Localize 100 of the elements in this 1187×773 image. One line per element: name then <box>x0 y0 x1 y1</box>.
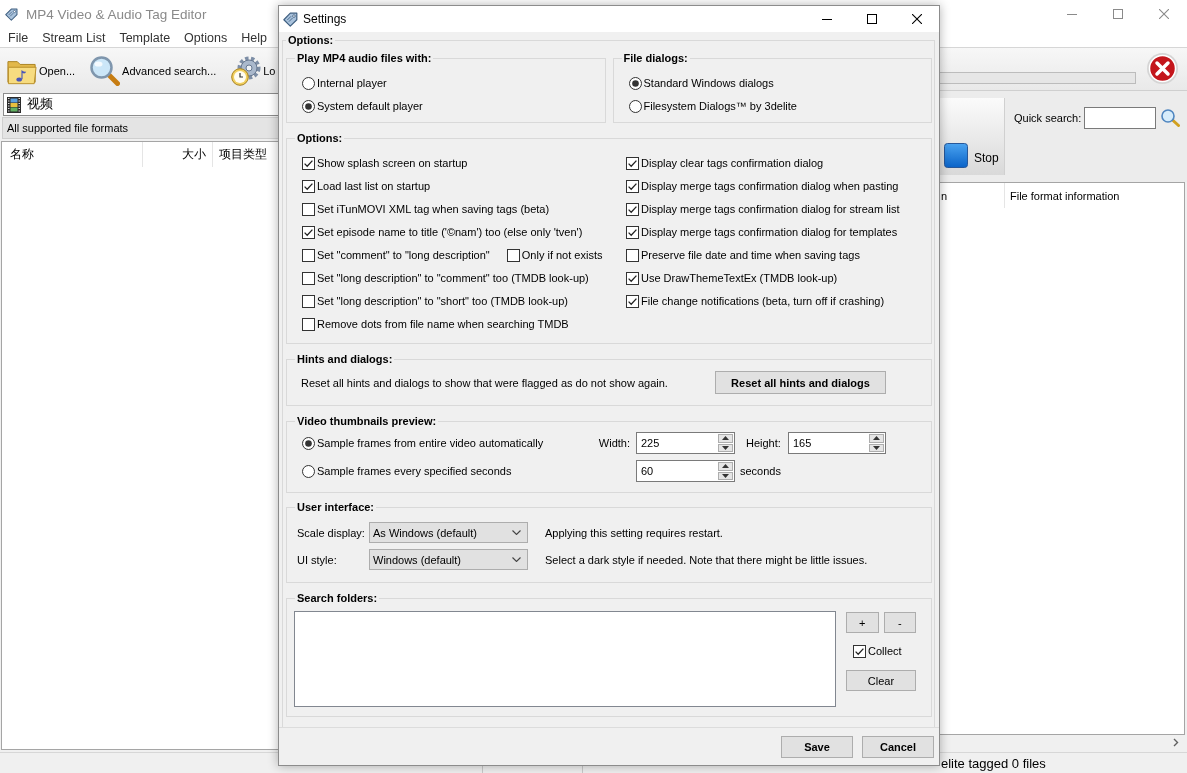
number-field[interactable]: 225 <box>636 432 735 454</box>
checkbox[interactable] <box>853 645 866 658</box>
menu-item[interactable]: Help <box>234 30 274 45</box>
checkbox[interactable] <box>302 180 315 193</box>
checkbox-label[interactable]: Set iTunMOVI XML tag when saving tags (beta) <box>317 203 550 216</box>
field-label: Width: <box>598 437 630 449</box>
checkbox[interactable] <box>626 157 639 170</box>
checkbox[interactable] <box>302 157 315 170</box>
checkbox-label[interactable]: Display merge tags confirmation dialog for templates <box>641 226 898 239</box>
checkbox-label[interactable]: Show splash screen on startup <box>317 157 468 170</box>
field-label: UI style: <box>297 553 338 566</box>
checkbox-label[interactable]: Only if not exists <box>521 249 603 262</box>
spin-up-button[interactable] <box>718 462 733 471</box>
cancel-button[interactable]: Cancel <box>862 736 934 758</box>
checkbox[interactable] <box>626 272 639 285</box>
toolbar-button[interactable]: Open... <box>5 51 78 90</box>
checkbox-label[interactable]: Set episode name to title ('©nam') too (else only 'tven') <box>317 226 583 239</box>
spin-down-button[interactable] <box>869 443 884 452</box>
radio-label[interactable]: System default player <box>317 100 423 113</box>
checkbox-label[interactable]: Collect <box>868 645 902 658</box>
checkbox[interactable] <box>302 249 315 262</box>
menu-item[interactable]: Stream List <box>35 30 113 45</box>
spin-up-button[interactable] <box>869 434 884 443</box>
checkbox[interactable] <box>302 203 315 216</box>
filter-bar[interactable]: All supported file formats <box>2 117 278 139</box>
menu-item[interactable]: Template <box>112 30 178 45</box>
checkbox[interactable] <box>302 272 315 285</box>
spin-down-button[interactable] <box>718 471 733 480</box>
checkbox-label[interactable]: Remove dots from file name when searching TMDB <box>317 318 569 331</box>
dialog-title: Settings <box>303 12 347 26</box>
dropdown[interactable]: Windows (default) <box>369 549 528 570</box>
x-circle-icon[interactable] <box>1147 53 1178 84</box>
up-triangle-icon <box>722 436 729 441</box>
column-header[interactable]: File format information <box>1005 183 1120 208</box>
checkbox[interactable] <box>302 295 315 308</box>
checkbox-label[interactable]: Display clear tags confirmation dialog <box>641 157 824 170</box>
checkbox[interactable] <box>302 318 315 331</box>
checkbox[interactable] <box>626 295 639 308</box>
number-field[interactable]: 165 <box>788 432 886 454</box>
checkbox[interactable] <box>626 180 639 193</box>
status-text: elite tagged 0 files <box>940 755 1047 771</box>
reset-button[interactable]: Reset all hints and dialogs <box>715 371 886 394</box>
radio-label[interactable]: Sample frames from entire video automatically <box>317 436 544 450</box>
checkbox-label[interactable]: Display merge tags confirmation dialog for stream list <box>641 203 900 216</box>
checkbox[interactable] <box>626 226 639 239</box>
unit-label: seconds <box>740 465 782 477</box>
menu-item[interactable]: Options <box>177 30 235 45</box>
radio-button[interactable] <box>302 100 315 113</box>
down-triangle-icon <box>722 473 729 478</box>
checkbox[interactable] <box>506 249 520 262</box>
stop-button[interactable]: Stop <box>940 98 1005 175</box>
radio-label[interactable]: Filesystem Dialogs™ by 3delite <box>643 100 797 113</box>
dropdown[interactable]: As Windows (default) <box>369 522 528 543</box>
toolbar-button[interactable]: Advanced search... <box>88 51 219 90</box>
chevron-right-icon[interactable] <box>1173 738 1179 747</box>
checkbox[interactable] <box>302 226 315 239</box>
hint-text: Select a dark style if needed. Note that there might be little issues. <box>545 553 868 566</box>
checkbox[interactable] <box>626 249 639 262</box>
checkbox-label[interactable]: Set "comment" to "long description" <box>317 249 490 262</box>
radio-button[interactable] <box>302 77 315 90</box>
search-field[interactable] <box>1084 107 1157 129</box>
checkbox-label[interactable]: Set "long description" to "short" too (TMDB look-up) <box>317 295 568 308</box>
checkbox-label[interactable]: File change notifications (beta, turn off if crashing) <box>641 295 885 308</box>
hint-text: Applying this setting requires restart. <box>545 526 723 539</box>
group-title: Hints and dialogs: <box>296 352 394 366</box>
up-triangle-icon <box>873 436 880 441</box>
radio-button[interactable] <box>302 464 315 478</box>
remove-button[interactable]: - <box>883 612 916 633</box>
number-field[interactable]: 60 <box>636 460 735 482</box>
spin-down-button[interactable] <box>718 443 733 452</box>
close-icon <box>1159 9 1169 19</box>
column-header[interactable]: 大小 <box>143 142 213 167</box>
radio-label[interactable]: Standard Windows dialogs <box>643 77 774 90</box>
group-title: User interface: <box>296 500 376 514</box>
spin-up-button[interactable] <box>718 434 733 443</box>
radio-button[interactable] <box>628 77 642 90</box>
down-triangle-icon <box>722 445 729 450</box>
save-button[interactable]: Save <box>781 736 853 758</box>
checkbox-label[interactable]: Load last list on startup <box>317 180 431 193</box>
radio-button[interactable] <box>302 436 315 450</box>
checkbox-label[interactable]: Display merge tags confirmation dialog when pasting <box>641 180 899 193</box>
search-icon[interactable] <box>1161 109 1181 127</box>
chevron-down-icon <box>512 557 521 562</box>
menu-item[interactable]: File <box>1 30 36 45</box>
add-button[interactable]: + <box>846 612 879 633</box>
toolbar-button[interactable]: Lo <box>229 51 278 90</box>
tag-icon <box>283 11 298 27</box>
radio-label[interactable]: Internal player <box>317 77 387 90</box>
radio-label[interactable]: Sample frames every specified seconds <box>317 464 512 478</box>
column-header[interactable]: 项目类型 <box>213 142 278 167</box>
folder-list[interactable] <box>294 611 836 707</box>
radio-button[interactable] <box>628 100 642 113</box>
checkbox-label[interactable]: Use DrawThemeTextEx (TMDB look-up) <box>641 272 838 285</box>
folder-combo[interactable]: 视频 <box>3 93 278 116</box>
clear-button[interactable]: Clear <box>846 670 916 691</box>
column-header[interactable]: 名称 <box>2 142 143 167</box>
checkbox-label[interactable]: Preserve file date and time when saving tags <box>641 249 860 262</box>
checkbox[interactable] <box>626 203 639 216</box>
group-title: Options: <box>296 131 344 145</box>
checkbox-label[interactable]: Set "long description" to "comment" too (TMDB look-up) <box>317 272 589 285</box>
